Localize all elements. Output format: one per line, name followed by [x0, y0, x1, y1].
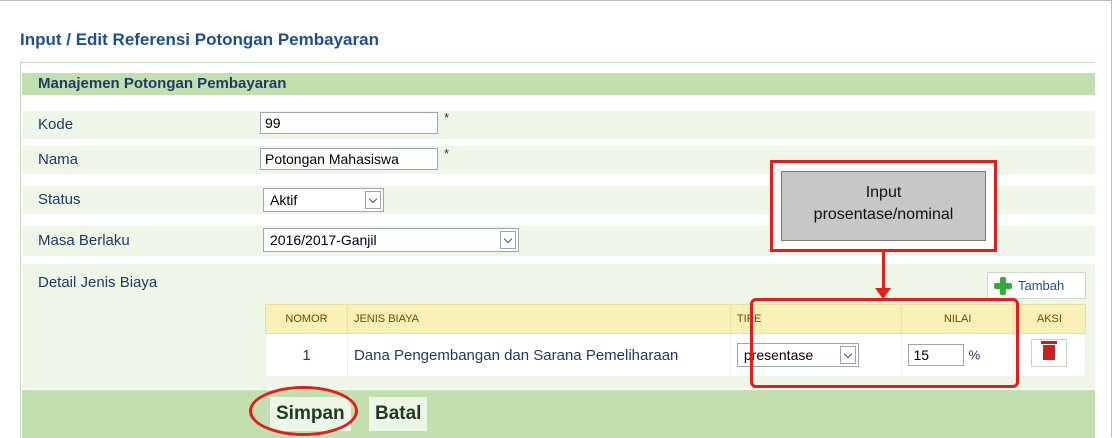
- chevron-down-icon: [500, 231, 516, 249]
- detail-jenis-biaya-label: Detail Jenis Biaya: [38, 274, 158, 291]
- annotation-highlight-box: [750, 298, 1019, 388]
- content-left-border: [20, 62, 21, 438]
- column-header-nomor: NOMOR: [265, 304, 348, 334]
- row-jenis-biaya: Dana Pengembangan dan Sarana Pemeliharaa…: [346, 333, 731, 377]
- chevron-down-icon: [365, 191, 381, 209]
- add-button[interactable]: Tambah: [987, 272, 1086, 299]
- status-selected-value: Aktif: [270, 192, 298, 208]
- form-row-kode: Kode: [22, 111, 1095, 139]
- status-label: Status: [38, 191, 81, 208]
- annotation-line-1: Input: [865, 184, 902, 201]
- section-header: Manajemen Potongan Pembayaran: [22, 73, 1095, 95]
- annotation-line-2: prosentase/nominal: [813, 206, 954, 223]
- nama-required-mark: *: [444, 146, 450, 161]
- nama-input[interactable]: [260, 148, 438, 170]
- row-nomor: 1: [265, 333, 348, 377]
- plus-icon: [994, 277, 1012, 295]
- kode-required-mark: *: [444, 110, 450, 125]
- masa-berlaku-label: Masa Berlaku: [38, 232, 130, 249]
- form-footer: [22, 390, 1095, 438]
- masa-berlaku-select[interactable]: 2016/2017-Ganjil: [263, 228, 519, 252]
- trash-icon: [1041, 341, 1058, 360]
- kode-label: Kode: [38, 116, 74, 133]
- page-title: Input / Edit Referensi Potongan Pembayar…: [20, 30, 379, 49]
- annotation-callout: Input prosentase/nominal: [770, 160, 997, 252]
- column-header-jenis-biaya: JENIS BIAYA: [346, 304, 731, 334]
- kode-input[interactable]: [260, 112, 438, 134]
- title-divider: [20, 62, 1095, 63]
- annotation-highlight-ellipse: [249, 386, 358, 436]
- annotation-callout-box: Input prosentase/nominal: [781, 171, 986, 241]
- masa-berlaku-selected-value: 2016/2017-Ganjil: [270, 232, 377, 248]
- cancel-button[interactable]: Batal: [369, 397, 428, 431]
- nama-label: Nama: [38, 151, 79, 168]
- add-button-label: Tambah: [1018, 278, 1065, 293]
- delete-button[interactable]: [1031, 339, 1068, 367]
- column-header-aksi: AKSI: [1012, 304, 1087, 334]
- annotation-arrow-line: [882, 252, 885, 292]
- row-aksi-cell: [1012, 333, 1087, 377]
- status-select[interactable]: Aktif: [263, 188, 384, 212]
